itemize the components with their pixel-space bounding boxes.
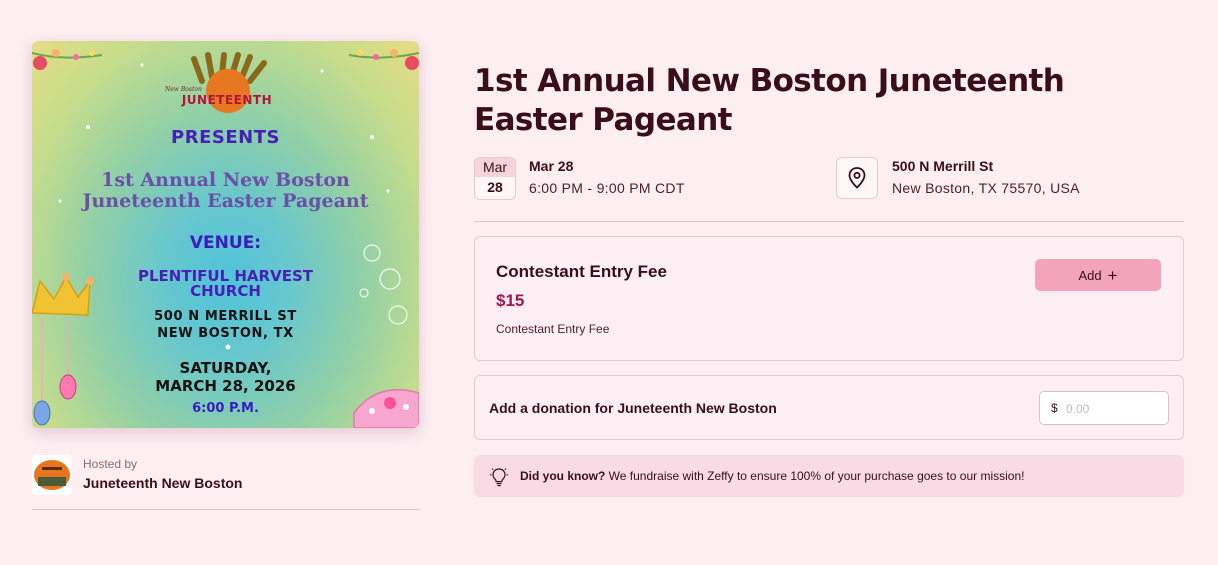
poster-title-line1: 1st Annual New Boston (101, 169, 350, 191)
event-time-range: 6:00 PM - 9:00 PM CDT (529, 180, 685, 196)
calendar-month: Mar (475, 158, 515, 177)
poster-venue-line2: CHURCH (190, 282, 261, 300)
info-message-bold: Did you know? (520, 469, 606, 483)
poster-logo-text: JUNETEENTH (181, 93, 273, 107)
poster-venue-name: PLENTIFUL HARVEST CHURCH (32, 269, 419, 299)
flower-garland-right (348, 49, 419, 70)
poster-address-line1: 500 N MERRILL ST (154, 309, 297, 324)
event-poster-image: New Boston JUNETEENTH PRESENTS 1st Annua… (32, 41, 419, 428)
event-title: 1st Annual New Boston Juneteenth Easter … (474, 63, 1065, 138)
poster-title-line2: Juneteenth Easter Pageant (82, 190, 369, 212)
poster-title: 1st Annual New Boston Juneteenth Easter … (32, 170, 419, 212)
location-badge (836, 157, 878, 199)
info-message: Did you know? We fundraise with Zeffy to… (520, 469, 1024, 483)
event-date: Mar 28 (529, 158, 574, 174)
host-divider (32, 509, 420, 510)
poster-address-line2: NEW BOSTON, TX (157, 326, 294, 341)
info-banner: Did you know? We fundraise with Zeffy to… (474, 455, 1184, 497)
ticket-card: Contestant Entry Fee $15 Contestant Entr… (474, 236, 1184, 361)
host-avatar (32, 455, 72, 495)
map-pin-icon (848, 167, 866, 189)
add-ticket-button[interactable]: Add + (1035, 259, 1161, 291)
plus-icon: + (1107, 265, 1118, 285)
poster-logo-caption: New Boston (165, 86, 202, 93)
ticket-price: $15 (496, 291, 525, 310)
location-street[interactable]: 500 N Merrill St (892, 158, 993, 174)
host-logo-icon (32, 455, 72, 495)
poster-venue-heading: VENUE: (189, 233, 262, 253)
poster-date-line2: MARCH 28, 2026 (155, 377, 296, 395)
poster-address: 500 N MERRILL ST NEW BOSTON, TX (32, 308, 419, 342)
donation-card: Add a donation for Juneteenth New Boston… (474, 375, 1184, 440)
donation-amount-field[interactable]: $ (1039, 391, 1169, 425)
poster-time: 6:00 P.M. (192, 401, 259, 416)
flower-garland-left (32, 49, 103, 70)
info-message-text: We fundraise with Zeffy to ensure 100% o… (605, 469, 1025, 483)
calendar-badge: Mar 28 (474, 157, 516, 200)
poster-presents: PRESENTS (171, 127, 280, 148)
hosted-by-label: Hosted by (83, 457, 138, 471)
ticket-name: Contestant Entry Fee (496, 262, 667, 281)
poster-date: SATURDAY, MARCH 28, 2026 (32, 359, 419, 395)
section-divider (474, 221, 1184, 222)
calendar-day: 28 (487, 179, 503, 195)
host-name[interactable]: Juneteenth New Boston (83, 475, 242, 491)
ticket-description: Contestant Entry Fee (496, 322, 610, 336)
donation-amount-input[interactable] (1064, 398, 1164, 420)
poster-date-line1: SATURDAY, (179, 359, 272, 377)
location-city[interactable]: New Boston, TX 75570, USA (892, 180, 1080, 196)
donation-label: Add a donation for Juneteenth New Boston (489, 400, 777, 416)
currency-symbol: $ (1051, 401, 1058, 415)
add-button-label: Add (1078, 267, 1102, 283)
lightbulb-icon (490, 468, 508, 487)
